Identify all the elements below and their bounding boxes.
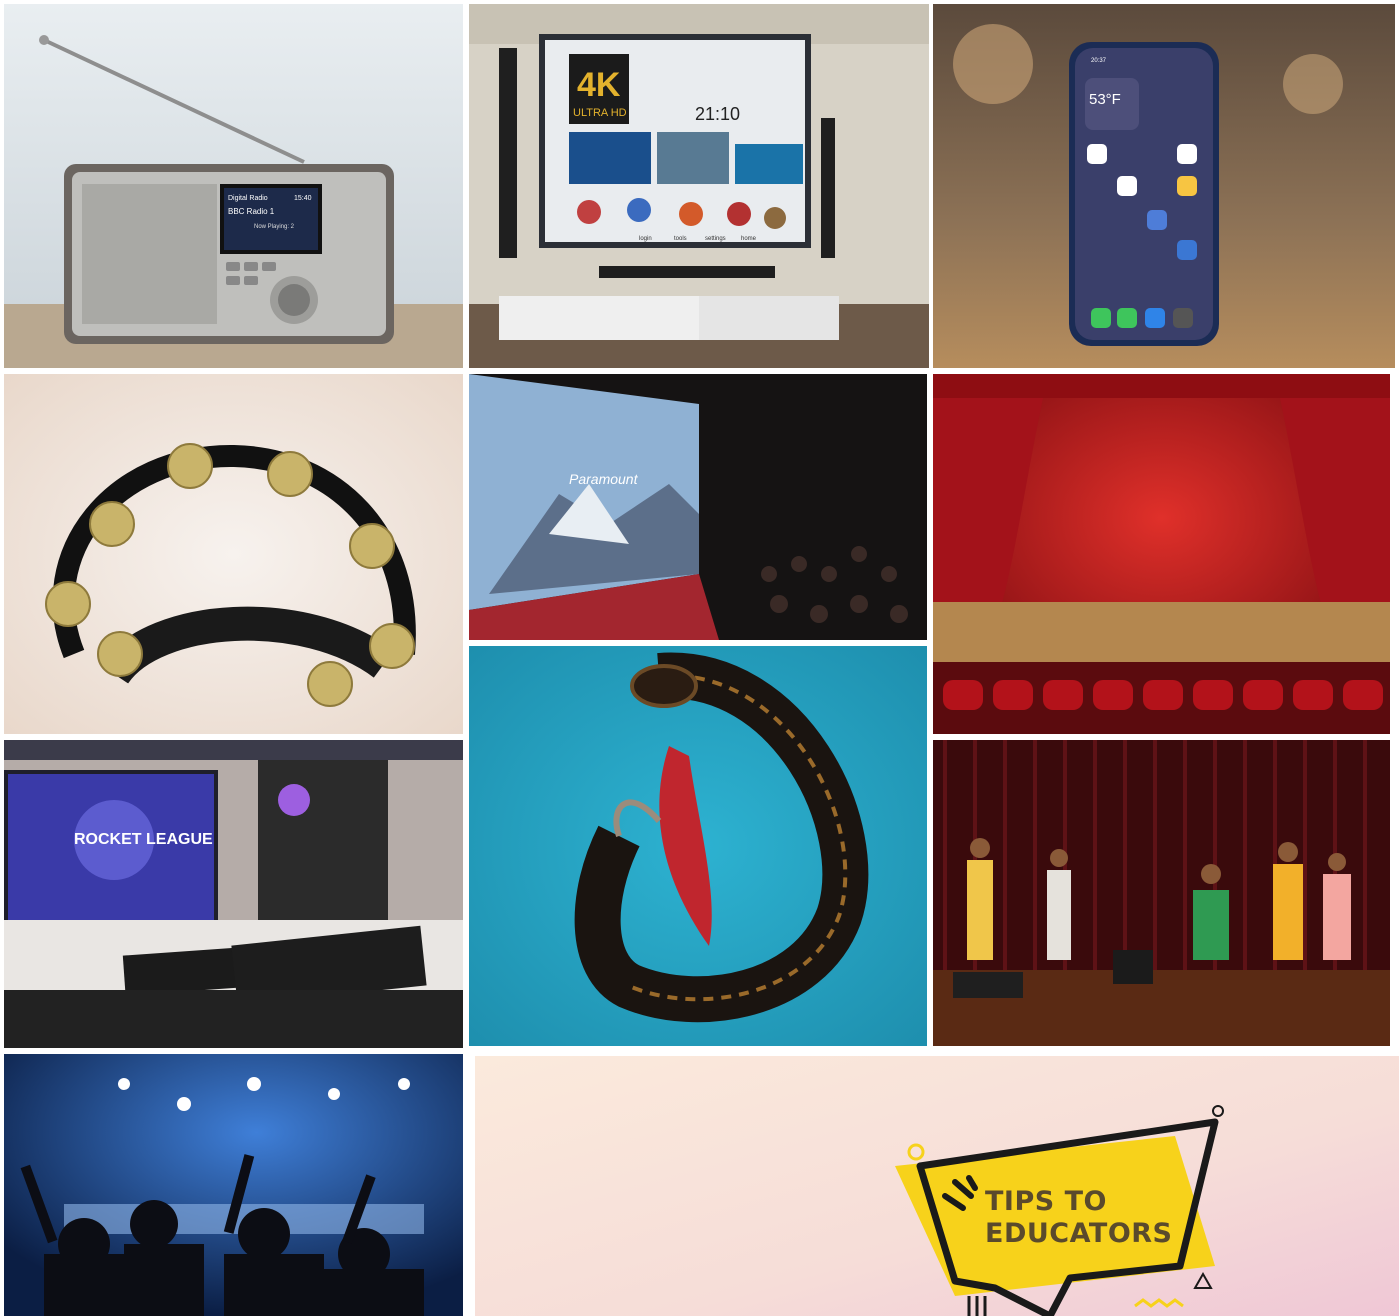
tv-menu-tools: tools [674,236,687,242]
concert-photo [4,1054,463,1316]
tv-menu-login: login [639,236,652,242]
tambourine-photo [4,374,463,734]
tv-ultra-hd: ULTRA HD [573,107,627,119]
tv-photo: 4K ULTRA HD 21:10 login tools settings h… [469,4,929,368]
horn-instrument-photo [469,646,927,1046]
tips-heading: TIPS TO EDUCATORS [985,1186,1173,1250]
tv-menu-settings: settings [705,236,726,242]
phone-weather: 53°F [1089,91,1121,108]
pc-wallpaper-text: ROCKET LEAGUE [74,831,213,848]
tips-line1: TIPS TO [985,1186,1107,1217]
tips-to-educators-banner: TIPS TO EDUCATORS [475,1056,1399,1316]
tips-line2: EDUCATORS [985,1218,1173,1249]
cinema-screen-logo: Paramount [569,471,639,487]
tv-4k-badge: 4K [577,66,621,104]
smartphone-photo: 20:37 53°F [933,4,1395,368]
stage-play-photo [933,740,1390,1046]
radio-screen-time: 15:40 [294,195,312,202]
radio-screen-station: BBC Radio 1 [228,207,275,216]
radio-screen-line1: Digital Radio [228,195,268,202]
radio-screen-info: Now Playing: 2 [254,224,295,230]
tv-clock: 21:10 [695,104,740,124]
gaming-pc-photo: ROCKET LEAGUE [4,740,463,1048]
phone-status-time: 20:37 [1091,58,1107,64]
tv-menu-home: home [741,236,757,242]
cinema-photo: Paramount [469,374,927,640]
theatre-stage-photo [933,374,1390,734]
radio-photo: Digital Radio 15:40 BBC Radio 1 Now Play… [4,4,463,368]
